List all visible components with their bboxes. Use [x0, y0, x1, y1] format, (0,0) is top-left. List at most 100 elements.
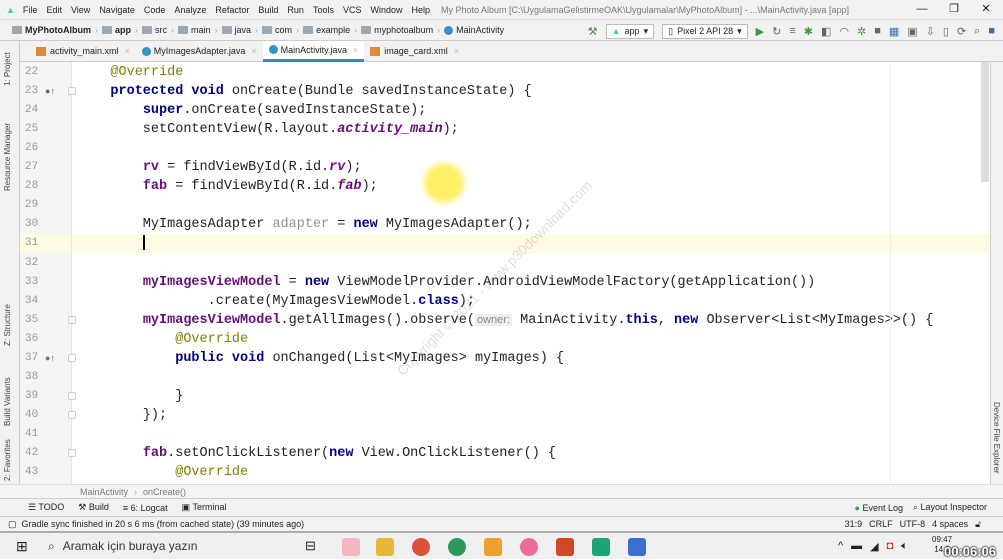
menu-navigate[interactable]: Navigate	[99, 5, 135, 15]
todo-tool-button[interactable]: ☰ TODO	[28, 502, 64, 513]
code-editor[interactable]: @Override protected void onCreate(Bundle…	[72, 62, 990, 484]
line-number: 32	[25, 256, 39, 269]
menu-run[interactable]: Run	[287, 5, 304, 15]
override-marker-icon[interactable]: ●↑	[45, 82, 55, 101]
code-line: super.onCreate(savedInstanceState);	[72, 101, 990, 120]
screen-recorder-icon[interactable]	[628, 538, 646, 556]
close-tab-icon[interactable]: ×	[454, 46, 459, 56]
breadcrumb-method[interactable]: onCreate()	[143, 487, 186, 497]
close-tab-icon[interactable]: ×	[353, 45, 358, 55]
favorites-tool-button[interactable]: 2: Favorites	[3, 439, 12, 481]
tab-myimagesadapter-java[interactable]: MyImagesAdapter.java ×	[136, 41, 263, 62]
nav-crumb-app[interactable]: app ›	[102, 25, 142, 35]
attach-debugger-icon[interactable]: ✲	[857, 25, 866, 38]
lock-icon[interactable]: 🔓︎	[975, 519, 981, 530]
project-tool-button[interactable]: 1: Project	[3, 52, 12, 86]
windows-start-icon[interactable]: ⊞	[16, 538, 28, 555]
gutter-row: 37 ●↑	[20, 349, 76, 368]
build-tool-button[interactable]: ⚒ Build	[78, 502, 109, 513]
nav-crumb-mainactivity[interactable]: MainActivity	[444, 25, 504, 35]
menu-tools[interactable]: Tools	[313, 5, 334, 15]
project-structure-icon[interactable]: ▦	[889, 25, 899, 38]
override-marker-icon[interactable]: ●↑	[45, 349, 55, 368]
nav-crumb-src[interactable]: src ›	[142, 25, 178, 35]
tab-activity_main-xml[interactable]: activity_main.xml ×	[30, 41, 136, 62]
menu-vcs[interactable]: VCS	[343, 5, 362, 15]
apply-code-changes-icon[interactable]: ≡	[789, 25, 795, 37]
menu-file[interactable]: File	[23, 5, 38, 15]
status-bar: ▢ Gradle sync finished in 20 s 6 ms (fro…	[0, 516, 1003, 531]
nav-crumb-example[interactable]: example ›	[303, 25, 361, 35]
window-title: My Photo Album [C:\UygulamaGelistirmeOAK…	[441, 4, 849, 15]
menu-view[interactable]: View	[71, 5, 90, 15]
tab-image_card-xml[interactable]: image_card.xml ×	[364, 41, 465, 62]
avd-manager-icon[interactable]: ▯	[943, 25, 949, 38]
run-icon[interactable]: ▶	[756, 25, 764, 38]
profile-icon[interactable]: ◠	[839, 25, 849, 38]
resource-manager-tool-button[interactable]: Resource Manager	[3, 123, 12, 191]
folder-icon	[12, 26, 22, 34]
menu-edit[interactable]: Edit	[46, 5, 62, 15]
breadcrumb-class[interactable]: MainActivity	[80, 487, 128, 497]
run-config-select[interactable]: ▲ app ▾	[605, 23, 655, 39]
terminal-icon[interactable]: ▣	[907, 25, 917, 38]
nav-crumb-com[interactable]: com ›	[262, 25, 303, 35]
indent-setting[interactable]: 4 spaces	[932, 519, 968, 530]
nav-crumb-main[interactable]: main ›	[178, 25, 222, 35]
status-message[interactable]: Gradle sync finished in 20 s 6 ms (from …	[22, 519, 305, 529]
caret-position[interactable]: 31:9	[845, 519, 863, 530]
file-encoding[interactable]: UTF-8	[900, 519, 926, 530]
code-token: adapter	[272, 217, 330, 233]
minimize-button[interactable]: —	[907, 0, 937, 19]
event-log-button[interactable]: ● Event Log	[855, 503, 903, 513]
account-icon[interactable]: ■	[988, 25, 995, 37]
powerpoint-icon[interactable]	[556, 538, 574, 556]
system-tray[interactable]: ^ ▬ ◢ ◘ 🔈︎	[838, 540, 908, 553]
logcat-tool-button[interactable]: ≡ 6: Logcat	[123, 503, 168, 513]
tab-mainactivity-java[interactable]: MainActivity.java ×	[262, 40, 365, 62]
task-view-icon[interactable]: ⊟	[305, 538, 316, 554]
stop-icon[interactable]: ■	[874, 25, 881, 37]
apply-changes-icon[interactable]: ↻	[772, 25, 781, 38]
close-tab-icon[interactable]: ×	[125, 46, 130, 56]
editor-scrollbar[interactable]	[981, 62, 989, 182]
taskbar-search[interactable]: ⌕ Aramak için buraya yazın	[40, 532, 288, 560]
menu-code[interactable]: Code	[144, 5, 166, 15]
structure-tool-button[interactable]: Z: Structure	[3, 304, 12, 346]
status-toggle-icon[interactable]: ▢	[8, 519, 17, 530]
close-tab-icon[interactable]: ×	[251, 46, 256, 56]
file-explorer-icon[interactable]	[376, 538, 394, 556]
sdk-manager-icon[interactable]: ⇩	[926, 25, 935, 38]
close-button[interactable]: ✕	[971, 0, 1001, 19]
gutter-row: 27	[20, 158, 71, 177]
nav-crumb-java[interactable]: java ›	[221, 25, 263, 35]
menu-refactor[interactable]: Refactor	[215, 5, 249, 15]
sync-gradle-icon[interactable]: ⟳	[957, 25, 966, 38]
menu-build[interactable]: Build	[258, 5, 278, 15]
maximize-button[interactable]: ❐	[939, 0, 969, 19]
build-variants-tool-button[interactable]: Build Variants	[3, 377, 12, 426]
nav-crumb-myphotoalbum[interactable]: myphotoalbum ›	[361, 25, 444, 35]
code-token: MyImagesAdapter();	[377, 217, 532, 233]
menu-help[interactable]: Help	[411, 5, 430, 15]
code-line: @Override	[72, 463, 990, 482]
chrome-icon[interactable]	[412, 538, 430, 556]
menu-window[interactable]: Window	[370, 5, 402, 15]
terminal-tool-button[interactable]: ▣ Terminal	[182, 502, 227, 513]
device-select[interactable]: ▯ Pixel 2 API 28 ▾	[662, 23, 748, 39]
photos-icon[interactable]	[520, 538, 538, 556]
line-separator[interactable]: CRLF	[869, 519, 893, 530]
debug-icon[interactable]: ✱	[804, 25, 813, 38]
snipping-tool-icon[interactable]	[342, 538, 360, 556]
maps-app-icon[interactable]	[448, 538, 466, 556]
nav-crumb-myphotoalbum[interactable]: MyPhotoAlbum ›	[12, 25, 102, 35]
app-icon-green[interactable]	[592, 538, 610, 556]
coverage-icon[interactable]: ◧	[821, 25, 831, 38]
search-icon[interactable]: ⌕	[974, 25, 980, 38]
menu-analyze[interactable]: Analyze	[174, 5, 206, 15]
device-file-explorer-button[interactable]: Device File Explorer	[992, 402, 1001, 474]
layout-inspector-button[interactable]: ⌕ Layout Inspector	[913, 502, 987, 513]
build-hammer-icon[interactable]: ⚒	[588, 25, 598, 38]
code-line: protected void onCreate(Bundle savedInst…	[72, 82, 990, 101]
app-icon[interactable]	[484, 538, 502, 556]
